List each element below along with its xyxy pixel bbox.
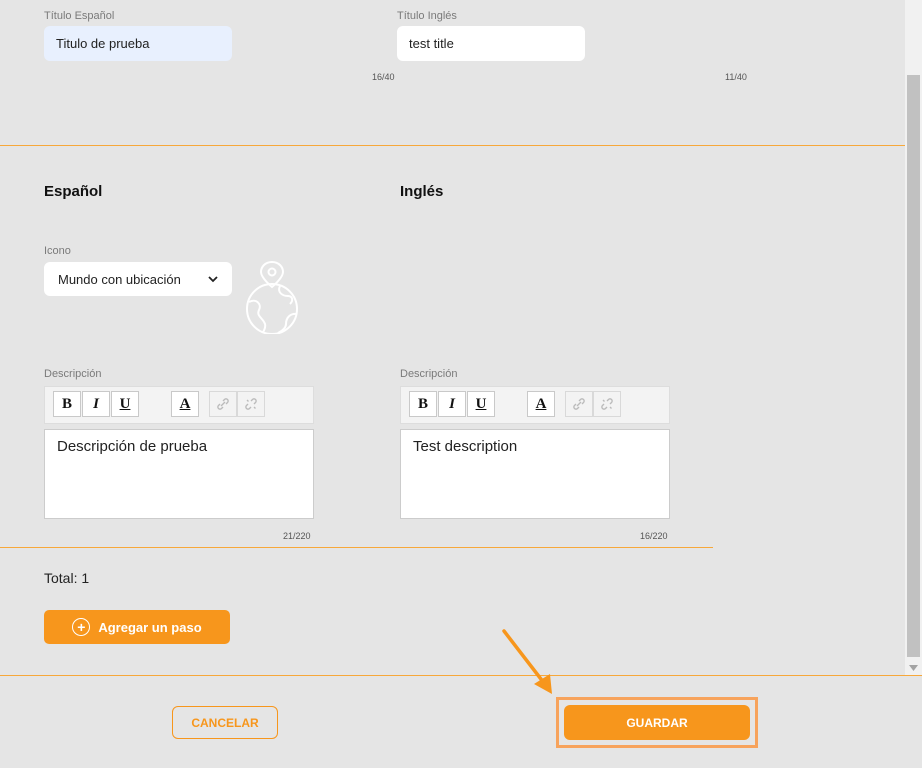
english-heading: Inglés	[400, 183, 444, 200]
icon-select-value: Mundo con ubicación	[58, 271, 181, 287]
link-icon[interactable]	[565, 391, 593, 417]
spanish-heading: Español	[44, 183, 103, 200]
globe-location-icon	[242, 258, 304, 339]
font-color-button[interactable]: A	[527, 391, 555, 417]
title-es-label: Título Español	[44, 10, 115, 22]
unlink-icon[interactable]	[237, 391, 265, 417]
save-button[interactable]: GUARDAR	[564, 705, 750, 740]
plus-circle-icon: +	[72, 618, 91, 636]
step-divider	[0, 547, 713, 548]
description-es-label: Descripción	[44, 368, 102, 380]
underline-button[interactable]: U	[467, 391, 495, 417]
italic-button[interactable]: I	[82, 391, 110, 417]
description-es-editor[interactable]: Descripción de prueba	[44, 429, 314, 519]
title-en-label: Título Inglés	[397, 10, 457, 22]
font-color-button[interactable]: A	[171, 391, 199, 417]
unlink-icon[interactable]	[593, 391, 621, 417]
italic-button[interactable]: I	[438, 391, 466, 417]
bold-button[interactable]: B	[53, 391, 81, 417]
editor-toolbar-es: B I U A	[44, 386, 314, 424]
description-en-editor[interactable]: Test description	[400, 429, 670, 519]
bold-button[interactable]: B	[409, 391, 437, 417]
footer-divider	[0, 675, 922, 676]
add-step-button[interactable]: + Agregar un paso	[44, 610, 230, 644]
title-en-counter: 11/40	[725, 72, 747, 82]
icon-label: Icono	[44, 245, 71, 257]
cancel-button[interactable]: CANCELAR	[172, 706, 278, 739]
description-en-label: Descripción	[400, 368, 458, 380]
title-es-input[interactable]	[44, 26, 232, 61]
editor-toolbar-en: B I U A	[400, 386, 670, 424]
total-count: Total: 1	[44, 570, 90, 586]
icon-select[interactable]: Mundo con ubicación	[44, 262, 232, 296]
scrollbar-thumb[interactable]	[907, 75, 920, 657]
title-es-counter: 16/40	[372, 72, 395, 82]
link-icon[interactable]	[209, 391, 237, 417]
description-en-counter: 16/220	[640, 531, 668, 541]
section-divider	[0, 145, 905, 146]
underline-button[interactable]: U	[111, 391, 139, 417]
title-en-input[interactable]	[397, 26, 585, 61]
chevron-down-icon	[208, 275, 218, 283]
add-step-label: Agregar un paso	[98, 619, 202, 635]
arrow-pointer-icon	[500, 628, 560, 703]
description-es-counter: 21/220	[283, 531, 311, 541]
